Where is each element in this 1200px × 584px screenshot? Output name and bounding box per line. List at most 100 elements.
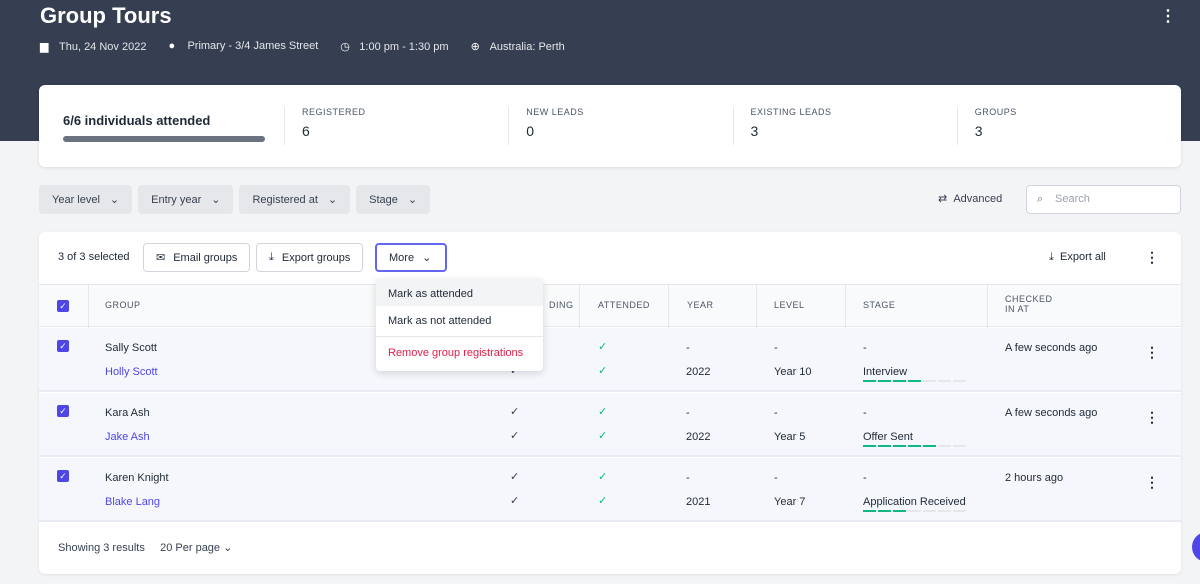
stage-progress-segment [953, 380, 966, 382]
level: Year 10 [774, 366, 812, 378]
table-row: ✓ Kara Ash Jake Ash ✓ ✓ ✓ ✓ - 2022 - Yea… [39, 393, 1181, 457]
group-member-link[interactable]: Jake Ash [105, 431, 150, 443]
chevron-down-icon: ⌄ [211, 194, 221, 206]
checked-in-at: 2 hours ago [1005, 472, 1064, 484]
search-icon: ⌕ [1037, 193, 1044, 205]
groups-table-card: 3 of 3 selected ✉ Email groups ⤓ Export gr… [39, 232, 1181, 574]
attended-check-icon: ✓ [598, 495, 608, 507]
stage-progress-segment [953, 510, 966, 512]
download-icon: ⤓ [1049, 251, 1054, 263]
stat-groups: GROUPS 3 [956, 107, 1181, 145]
row-checkbox[interactable]: ✓ [57, 470, 69, 482]
more-options-icon[interactable]: ⋮ [1160, 6, 1176, 26]
chevron-down-icon: ⌄ [422, 252, 432, 264]
swap-icon: ⇄ [938, 193, 948, 205]
year: 2022 [686, 431, 711, 443]
table-header: ✓ GROUP DING ATTENDED YEAR LEVEL STAGE C… [39, 284, 1181, 328]
location-pin-icon: ● [168, 40, 176, 52]
stage-progress-segment [863, 510, 876, 512]
globe-icon: ⊕ [470, 41, 480, 53]
stage-progress-segment [878, 445, 891, 447]
stage-progress [863, 380, 966, 382]
row-checkbox[interactable]: ✓ [57, 405, 69, 417]
per-page-select[interactable]: 20 Per page ⌄ [160, 542, 232, 554]
attended-check-icon: ✓ [598, 365, 608, 377]
stage: Interview [863, 366, 966, 382]
stats-card: 6/6 individuals attended REGISTERED 6 NEW… [39, 85, 1181, 167]
mail-icon: ✉ [156, 252, 166, 264]
stage-progress-segment [878, 510, 891, 512]
stage-progress-segment [863, 380, 876, 382]
attended-summary: 6/6 individuals attended [63, 113, 211, 128]
filter-entry-year[interactable]: Entry year ⌄ [138, 185, 234, 214]
stage-progress-segment [938, 510, 951, 512]
check-icon: ✓ [510, 495, 520, 507]
group-name: Sally Scott [105, 342, 157, 354]
event-date: ▆ Thu, 24 Nov 2022 [40, 41, 147, 53]
stage-progress-segment [878, 380, 891, 382]
table-row: ✓ Sally Scott Holly Scott ✓ ✓ ✓ - 2022 -… [39, 328, 1181, 392]
stat-new-leads: NEW LEADS 0 [508, 107, 732, 145]
chevron-down-icon: ⌄ [407, 194, 418, 206]
group-name: Kara Ash [105, 407, 150, 419]
stage-progress-segment [923, 380, 936, 382]
stage-progress-segment [908, 510, 921, 512]
filter-year-level[interactable]: Year level ⌄ [39, 185, 133, 214]
table-row: ✓ Karen Knight Blake Lang ✓ ✓ ✓ ✓ - 2021… [39, 458, 1181, 522]
more-button[interactable]: More ⌄ [375, 243, 447, 272]
attended-check-icon: ✓ [598, 430, 608, 442]
stage-progress-segment [908, 445, 921, 447]
checked-in-at: A few seconds ago [1005, 407, 1098, 419]
more-dropdown-menu: Mark as attended Mark as not attended Re… [376, 279, 543, 371]
attended-check-icon: ✓ [598, 471, 608, 483]
year: 2021 [686, 496, 711, 508]
group-member-link[interactable]: Holly Scott [105, 366, 158, 378]
event-location: ● Primary - 3/4 James Street [168, 40, 319, 52]
row-checkbox[interactable]: ✓ [57, 340, 69, 352]
stage-progress-segment [893, 380, 906, 382]
row-options-icon[interactable]: ⋮ [1145, 344, 1159, 361]
export-groups-button[interactable]: ⤓ Export groups [256, 243, 364, 272]
event-timezone: ⊕ Australia: Perth [470, 41, 565, 53]
checked-in-at: A few seconds ago [1005, 342, 1098, 354]
stage: Offer Sent [863, 431, 966, 447]
selection-count: 3 of 3 selected [58, 251, 130, 263]
export-all-button[interactable]: ⤓ Export all [1049, 251, 1106, 264]
advanced-filter-button[interactable]: ⇄ Advanced [938, 192, 1002, 205]
stat-registered: REGISTERED 6 [284, 107, 508, 145]
stage-progress [863, 445, 966, 447]
pagination: Showing 3 results 20 Per page ⌄ [58, 542, 233, 554]
check-icon: ✓ [510, 430, 520, 442]
attended-check-icon: ✓ [598, 341, 608, 353]
stage-progress-segment [923, 510, 936, 512]
menu-item-mark-not-attended[interactable]: Mark as not attended [376, 306, 543, 337]
group-member-link[interactable]: Blake Lang [105, 496, 160, 508]
search-input[interactable]: ⌕ Search [1026, 185, 1181, 214]
clock-icon: ◷ [340, 41, 350, 53]
stage-progress-segment [893, 445, 906, 447]
check-icon: ✓ [510, 406, 520, 418]
level: Year 5 [774, 431, 806, 443]
stage-progress-segment [893, 510, 906, 512]
email-groups-button[interactable]: ✉ Email groups [143, 243, 251, 272]
attended-check-icon: ✓ [598, 406, 608, 418]
stage-progress-segment [938, 445, 951, 447]
select-all-checkbox[interactable]: ✓ [57, 300, 69, 312]
stage-progress-segment [863, 445, 876, 447]
menu-item-remove-registrations[interactable]: Remove group registrations [376, 337, 543, 364]
stage-progress-segment [953, 445, 966, 447]
stat-existing-leads: EXISTING LEADS 3 [732, 107, 957, 145]
filter-registered-at[interactable]: Registered at ⌄ [239, 185, 351, 214]
chevron-down-icon: ⌄ [109, 194, 120, 206]
year: 2022 [686, 366, 711, 378]
row-options-icon[interactable]: ⋮ [1145, 409, 1159, 426]
stage-progress [863, 510, 966, 512]
menu-item-mark-attended[interactable]: Mark as attended [376, 279, 543, 306]
level: Year 7 [774, 496, 806, 508]
table-options-icon[interactable]: ⋮ [1145, 249, 1159, 266]
filter-stage[interactable]: Stage ⌄ [356, 185, 431, 214]
help-button[interactable] [1192, 532, 1200, 562]
stage-progress-segment [923, 445, 936, 447]
row-options-icon[interactable]: ⋮ [1145, 474, 1159, 491]
stage-progress-segment [938, 380, 951, 382]
